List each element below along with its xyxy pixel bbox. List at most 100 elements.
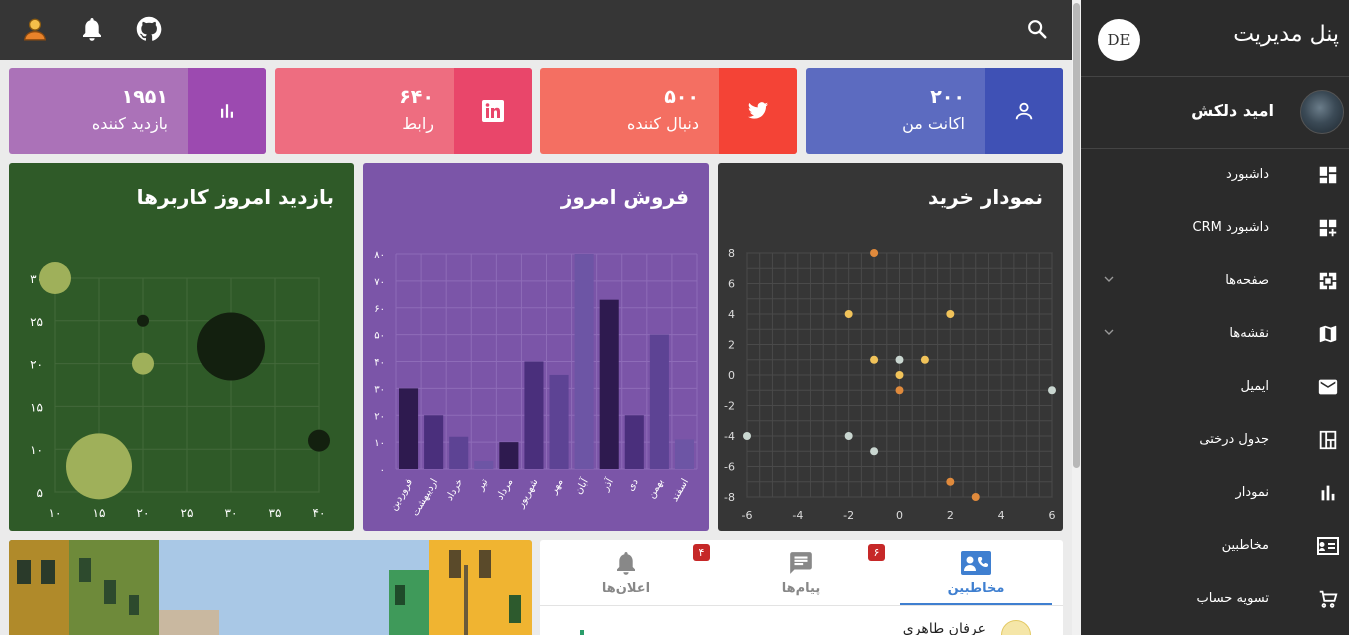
sidebar-item-checkout[interactable]: تسویه حساب <box>1081 573 1349 626</box>
data-point <box>946 310 955 318</box>
chevron-down-icon[interactable] <box>1101 271 1117 287</box>
x-tick-label: ۱۵ <box>93 506 106 520</box>
tab-messages[interactable]: پیام‌ها ۶ <box>725 540 885 606</box>
sidebar-item-pages[interactable]: صفحه‌ها <box>1081 255 1349 308</box>
contact-name[interactable]: عرفان طاهری <box>903 621 986 635</box>
sidebar-item-contacts[interactable]: مخاطبین <box>1081 520 1349 573</box>
sidebar-item-chart[interactable]: نمودار <box>1081 467 1349 520</box>
x-tick-label: ۳۰ <box>225 506 238 520</box>
sidebar-item-label: داشبورد <box>1226 167 1269 182</box>
x-tick-label: خرداد <box>444 477 465 503</box>
bar <box>424 415 444 469</box>
bubble <box>137 314 149 327</box>
x-tick-label: تیر <box>475 477 491 493</box>
sidebar-header: پنل مدیریت DE <box>1081 0 1349 77</box>
x-tick-label: 4 <box>998 509 1005 522</box>
sidebar-item-dashboard[interactable]: داشبورد <box>1081 149 1349 202</box>
sidebar-item-email[interactable]: ایمیل <box>1081 361 1349 414</box>
bar <box>574 254 594 469</box>
search-icon[interactable] <box>1022 14 1052 44</box>
x-tick-label: 0 <box>896 509 903 522</box>
stat-caption: اکانت من <box>902 114 965 133</box>
stat-card-followers[interactable]: ۵۰۰ دنبال کننده <box>540 68 797 154</box>
map-icon <box>1315 321 1341 347</box>
github-icon[interactable] <box>134 14 164 44</box>
y-tick-label: ۸۰ <box>374 250 385 261</box>
bubble <box>39 262 71 294</box>
x-tick-label: مهر <box>548 477 566 497</box>
y-tick-label: ۰ <box>380 465 385 476</box>
tab-contacts[interactable]: مخاطبین <box>900 540 1052 606</box>
page-scrollbar[interactable] <box>1072 0 1081 635</box>
y-tick-label: ۵ <box>37 486 43 500</box>
sidebar-item-label: ایمیل <box>1240 379 1269 394</box>
y-tick-label: 6 <box>728 278 735 291</box>
purchase-chart-card: نمودار خرید -6 -4 -2 0 2 4 6 8 6 4 2 0 -2 -4 -6 -8 <box>718 163 1063 531</box>
x-tick-label: ۴۰ <box>313 506 326 520</box>
avatar[interactable] <box>1001 620 1031 635</box>
bar <box>399 388 419 469</box>
data-point <box>971 493 980 501</box>
sidebar: پنل مدیریت DE امید دلکش داشبورد داشبورد … <box>1081 0 1349 635</box>
data-point <box>920 355 929 364</box>
sidebar-item-dashboard-crm[interactable]: داشبورد CRM <box>1081 202 1349 255</box>
message-icon <box>786 549 816 577</box>
stat-card-connections[interactable]: ۶۴۰ رابط <box>275 68 532 154</box>
stat-value: ۶۴۰ <box>399 86 434 108</box>
bar <box>449 436 469 469</box>
y-tick-label: -4 <box>724 430 735 443</box>
sidebar-item-label: تسویه حساب <box>1196 591 1269 606</box>
sidebar-item-label: مخاطبین <box>1221 538 1269 553</box>
tab-label: پیام‌ها <box>781 581 821 596</box>
stat-card-account[interactable]: ۲۰۰ اکانت من <box>806 68 1063 154</box>
data-point <box>895 355 904 364</box>
x-tick-label: آذر <box>598 475 616 494</box>
avatar[interactable] <box>1300 90 1344 134</box>
user-icon <box>985 68 1063 154</box>
email-icon <box>1315 374 1341 400</box>
bar <box>549 374 569 469</box>
data-point <box>844 432 853 440</box>
x-tick-label: شهریور <box>515 477 541 510</box>
purchase-scatter-chart: -6 -4 -2 0 2 4 6 8 6 4 2 0 -2 -4 -6 -8 <box>724 247 1056 522</box>
tab-label: مخاطبین <box>947 581 1005 596</box>
bell-icon <box>611 549 641 577</box>
user-icon[interactable] <box>20 14 50 44</box>
stat-card-visitors[interactable]: ۱۹۵۱ بازدید کننده <box>9 68 266 154</box>
user-name: امید دلکش <box>1191 101 1274 120</box>
scrollbar-thumb[interactable] <box>1073 3 1080 468</box>
sidebar-item-maps[interactable]: نقشه‌ها <box>1081 308 1349 361</box>
sidebar-user[interactable]: امید دلکش <box>1081 77 1349 149</box>
sidebar-item-tree-table[interactable]: جدول درختی <box>1081 414 1349 467</box>
y-tick-label: ۷۰ <box>374 277 385 288</box>
x-tick-label: دی <box>625 477 641 493</box>
x-tick-label: 6 <box>1049 509 1056 522</box>
stat-caption: رابط <box>402 114 434 133</box>
tab-notifications[interactable]: اعلان‌ها ۴ <box>550 540 710 606</box>
bar <box>674 439 694 469</box>
y-tick-label: ۲۰ <box>374 411 385 422</box>
data-point <box>1048 386 1056 395</box>
chevron-down-icon[interactable] <box>1101 324 1117 340</box>
bubble <box>197 312 265 381</box>
y-tick-label: -8 <box>724 491 735 504</box>
x-tick-label: اسفند <box>669 477 691 504</box>
data-point <box>895 371 904 379</box>
y-tick-label: ۲۰ <box>30 358 43 372</box>
y-tick-label: 0 <box>728 369 735 382</box>
y-tick-label: -2 <box>724 400 735 413</box>
stat-value: ۵۰۰ <box>664 86 699 108</box>
activity-tabs-panel: مخاطبین پیام‌ها ۶ اعلان‌ها ۴ عرفان طاهری <box>540 540 1063 635</box>
sidebar-item-label: نمودار <box>1235 485 1269 500</box>
app-logo[interactable]: DE <box>1098 19 1140 61</box>
x-tick-label: مرداد <box>495 477 516 502</box>
visits-bubble-chart: ۱۰ ۱۵ ۲۰ ۲۵ ۳۰ ۳۵ ۴۰۳۰۲۵۲۰۱۵۱۰۵ <box>30 262 330 520</box>
visits-chart-card: بازدید امروز کاربرها ۱۰ ۱۵ ۲۰ ۲۵ ۳۰ ۳۵ ۴۰ ۳۰ ۲۵ ۲… <box>9 163 354 531</box>
x-tick-label: بهمن <box>646 477 666 501</box>
x-tick-label: ۳۵ <box>269 506 282 520</box>
x-tick-label: -6 <box>742 509 753 522</box>
y-tick-label: ۳۰ <box>374 384 385 395</box>
bar <box>624 415 644 469</box>
bell-icon[interactable] <box>77 14 107 44</box>
data-point <box>870 249 879 257</box>
